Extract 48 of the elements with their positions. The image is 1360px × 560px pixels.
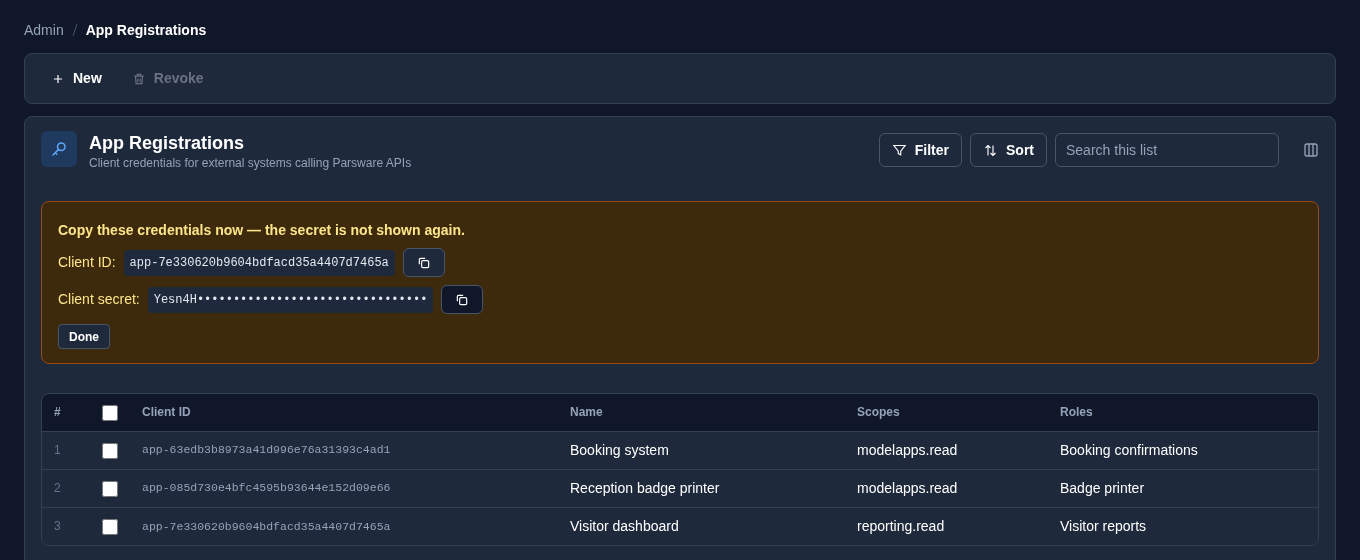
table-cell: modelapps.read — [857, 469, 1060, 507]
page-subtitle: Client credentials for external systems calling Parsware APIs — [89, 155, 412, 171]
separator-icon — [71, 23, 78, 37]
table-cell: Visitor reports — [1060, 507, 1318, 545]
table-cell: reporting.read — [857, 507, 1060, 545]
row-number: 3 — [42, 507, 102, 545]
copy-icon — [416, 255, 431, 270]
copy-icon — [455, 292, 470, 307]
columns-button[interactable] — [1303, 142, 1319, 158]
sort-icon — [983, 142, 998, 158]
breadcrumb-current: App Registrations — [85, 20, 207, 40]
table-cell: Booking confirmations — [1060, 431, 1318, 469]
column-header: Client ID — [142, 394, 570, 431]
warning-message: Copy these credentials now — the secret is not shown again. — [58, 221, 466, 240]
copy-button[interactable] — [402, 248, 445, 277]
column-header: # — [42, 394, 102, 431]
field-label: Client ID: — [58, 253, 116, 272]
table-cell: app-085d730e4bfc4595b93644e152d09e66 — [142, 469, 570, 507]
sort-button[interactable]: Sort — [970, 133, 1047, 167]
table-cell: Badge printer — [1060, 469, 1318, 507]
search-field[interactable]: Search this list — [1055, 133, 1279, 167]
column-header: Roles — [1060, 394, 1318, 431]
checkbox[interactable] — [102, 405, 118, 422]
done-button[interactable]: Done — [58, 324, 110, 349]
credential-value: app-7e330620b9604bdfacd35a4407d7465a — [123, 249, 395, 276]
column-header: Scopes — [857, 394, 1060, 431]
table-cell: app-63edb3b8973a41d996e76a31393c4ad1 — [142, 431, 570, 469]
table-cell: Visitor dashboard — [570, 507, 857, 545]
column-header: Name — [570, 394, 857, 431]
table-cell: app-7e330620b9604bdfacd35a4407d7465a — [142, 507, 570, 545]
table-cell: Booking system — [570, 431, 857, 469]
row-number: 1 — [42, 431, 102, 469]
breadcrumb-link[interactable]: Admin — [24, 19, 64, 41]
filter-icon — [891, 142, 907, 158]
checkbox[interactable] — [102, 519, 118, 536]
filter-button[interactable]: Filter — [878, 133, 962, 167]
row-number: 2 — [42, 469, 102, 507]
table-cell: Reception badge printer — [570, 469, 857, 507]
field-label: Client secret: — [58, 290, 140, 309]
key-icon — [41, 131, 77, 167]
add-button[interactable]: New — [51, 68, 102, 89]
table-cell: modelapps.read — [857, 431, 1060, 469]
checkbox[interactable] — [102, 480, 118, 497]
trash-icon — [131, 71, 146, 86]
credential-value: Yesn4H•••••••••••••••••••••••••••••••• — [147, 286, 434, 313]
copy-button[interactable] — [441, 285, 484, 314]
checkbox[interactable] — [102, 442, 118, 459]
page-title: App Registrations — [89, 132, 245, 155]
